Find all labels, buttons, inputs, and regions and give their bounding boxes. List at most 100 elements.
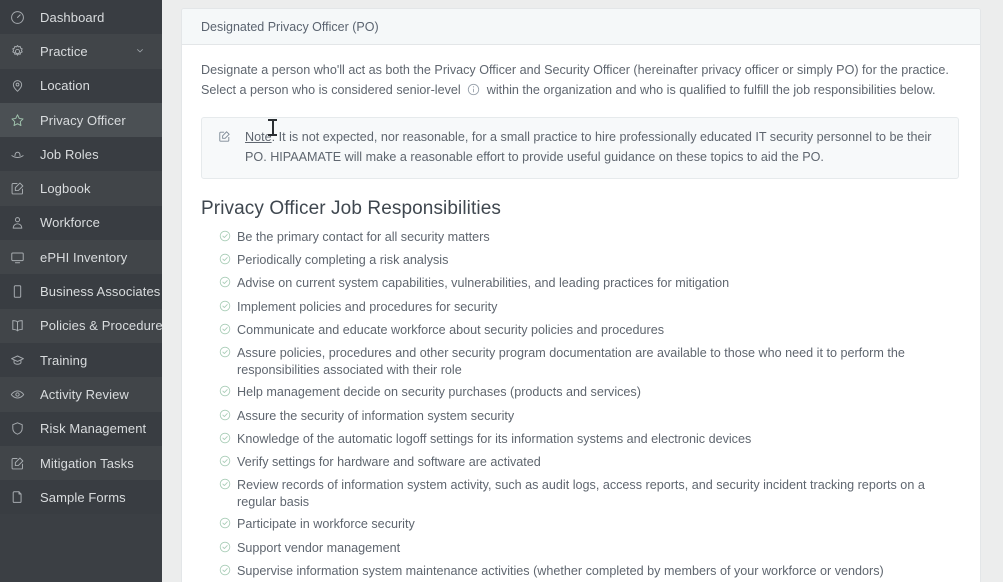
sidebar-item-label: Practice	[40, 43, 88, 59]
book-icon	[10, 283, 32, 301]
sidebar-item-label: Mitigation Tasks	[40, 455, 134, 471]
list-item-label: Support vendor management	[237, 540, 401, 555]
privacy-officer-card: Designated Privacy Officer (PO) Designat…	[181, 8, 981, 582]
page-title: Designated Privacy Officer (PO)	[201, 19, 379, 34]
list-item: Communicate and educate workforce about …	[219, 322, 959, 341]
sidebar-item-job-roles[interactable]: Job Roles	[0, 137, 162, 172]
sidebar-item-label: Risk Management	[40, 421, 147, 437]
chevron-down-icon[interactable]	[135, 44, 145, 59]
check-circle-icon	[219, 252, 236, 270]
list-item: Knowledge of the automatic logoff settin…	[219, 431, 959, 450]
check-circle-icon	[219, 322, 236, 340]
eye-icon	[10, 385, 32, 403]
check-circle-icon	[219, 540, 236, 558]
list-item: Assure policies, procedures and other se…	[219, 345, 959, 380]
open-book-icon	[10, 317, 32, 335]
sidebar-item-risk-management[interactable]: Risk Management	[0, 411, 162, 446]
check-circle-icon	[219, 384, 236, 402]
list-item-label: Help management decide on security purch…	[237, 385, 641, 400]
note-label: Note	[245, 130, 272, 144]
sidebar-item-label: Job Roles	[40, 146, 99, 162]
edit-square-icon	[10, 454, 32, 472]
list-item: Participate in workforce security	[219, 516, 959, 535]
intro-text-after: within the organization and who is quali…	[486, 82, 936, 97]
check-circle-icon	[219, 275, 236, 293]
sidebar-item-location[interactable]: Location	[0, 68, 162, 103]
info-icon[interactable]	[467, 83, 480, 103]
sidebar-item-label: Activity Review	[40, 386, 129, 402]
list-item-label: Implement policies and procedures for se…	[237, 299, 498, 314]
list-item-label: Supervise information system maintenance…	[237, 563, 884, 578]
gear-icon	[10, 42, 32, 60]
check-circle-icon	[219, 477, 236, 495]
sidebar-item-label: Sample Forms	[40, 489, 126, 505]
sidebar-item-activity-review[interactable]: Activity Review	[0, 377, 162, 412]
sidebar-item-mitigation-tasks[interactable]: Mitigation Tasks	[0, 445, 162, 481]
sidebar-item-dashboard[interactable]: Dashboard	[0, 0, 162, 35]
sidebar-item-logbook[interactable]: Logbook	[0, 171, 162, 206]
list-item: Assure the security of information syste…	[219, 408, 959, 427]
list-item-label: Assure policies, procedures and other se…	[237, 345, 905, 378]
list-item-label: Review records of information system act…	[237, 478, 925, 510]
note-callout: Note: It is not expected, nor reasonable…	[201, 117, 959, 179]
sidebar-item-label: Training	[40, 352, 88, 368]
list-item-label: Periodically completing a risk analysis	[237, 253, 449, 268]
check-circle-icon	[219, 516, 236, 534]
list-item: Supervise information system maintenance…	[219, 563, 959, 582]
sidebar-item-training[interactable]: Training	[0, 342, 162, 378]
sidebar-item-practice[interactable]: Practice	[0, 34, 162, 69]
list-item: Help management decide on security purch…	[219, 384, 959, 403]
list-item: Advise on current system capabilities, v…	[219, 275, 959, 294]
list-item: Be the primary contact for all security …	[219, 229, 959, 248]
note-body: : It is not expected, nor reasonable, fo…	[245, 130, 932, 164]
check-circle-icon	[219, 345, 236, 363]
graduation-cap-icon	[10, 351, 32, 369]
list-item-label: Participate in workforce security	[237, 517, 415, 532]
section-heading: Privacy Officer Job Responsibilities	[201, 198, 501, 219]
check-circle-icon	[219, 408, 236, 426]
sidebar-item-sample-forms[interactable]: Sample Forms	[0, 480, 162, 515]
list-item-label: Verify settings for hardware and softwar…	[237, 454, 541, 469]
sidebar-item-label: Privacy Officer	[40, 112, 126, 128]
card-header: Designated Privacy Officer (PO)	[182, 9, 980, 45]
sidebar-item-policies-procedures[interactable]: Policies & Procedures	[0, 308, 162, 343]
intro-paragraph: Designate a person who'll act as both th…	[201, 61, 959, 102]
sidebar-item-ephi-inventory[interactable]: ePHI Inventory	[0, 240, 162, 275]
sidebar-item-label: Policies & Procedures	[40, 318, 162, 334]
note-text: Note: It is not expected, nor reasonable…	[238, 128, 944, 167]
sidebar-item-label: Location	[40, 78, 90, 94]
shield-icon	[10, 420, 32, 438]
sidebar-item-workforce[interactable]: Workforce	[0, 205, 162, 241]
map-pin-icon	[10, 77, 32, 95]
check-circle-icon	[219, 229, 236, 247]
list-item: Periodically completing a risk analysis	[219, 252, 959, 271]
sidebar-item-label: Business Associates	[40, 284, 161, 300]
sidebar-item-privacy-officer[interactable]: Privacy Officer	[0, 102, 162, 138]
sidebar-item-label: ePHI Inventory	[40, 249, 128, 265]
file-copy-icon	[10, 488, 32, 506]
list-item: Support vendor management	[219, 540, 959, 559]
gauge-icon	[10, 8, 32, 26]
monitor-icon	[10, 248, 32, 266]
list-item: Implement policies and procedures for se…	[219, 299, 959, 318]
sidebar-item-business-associates[interactable]: Business Associates	[0, 274, 162, 309]
sidebar-nav: Dashboard Practice Location Privacy Officer…	[0, 0, 162, 582]
list-item: Verify settings for hardware and softwar…	[219, 454, 959, 473]
check-circle-icon	[219, 563, 236, 581]
briefcase-icon	[10, 145, 32, 163]
list-item-label: Knowledge of the automatic logoff settin…	[237, 431, 752, 446]
edit-square-icon	[218, 128, 238, 167]
check-circle-icon	[219, 454, 236, 472]
list-item-label: Assure the security of information syste…	[237, 408, 515, 423]
check-circle-icon	[219, 431, 236, 449]
list-item-label: Advise on current system capabilities, v…	[237, 276, 730, 291]
list-item-label: Communicate and educate workforce about …	[237, 322, 665, 337]
list-item: Review records of information system act…	[219, 477, 959, 512]
edit-square-icon	[10, 180, 32, 198]
responsibilities-list: Be the primary contact for all security …	[201, 229, 959, 582]
main-content: Designated Privacy Officer (PO) Designat…	[162, 0, 1003, 582]
check-circle-icon	[219, 299, 236, 317]
card-body: Designate a person who'll act as both th…	[182, 45, 980, 582]
list-item-label: Be the primary contact for all security …	[237, 230, 490, 244]
sidebar-item-label: Workforce	[40, 215, 100, 231]
